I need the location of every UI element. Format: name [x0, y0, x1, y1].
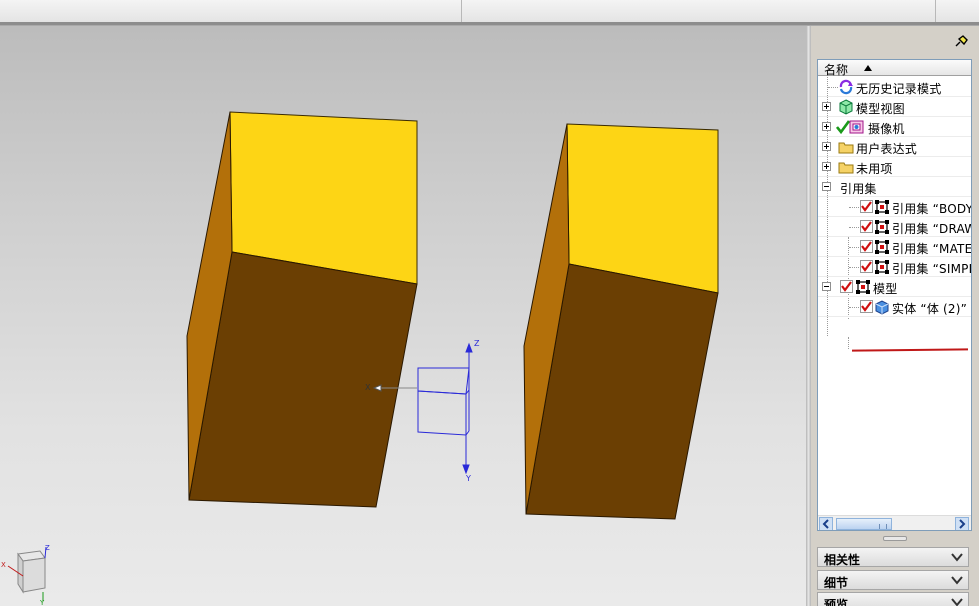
chevron-right-icon	[959, 519, 966, 529]
tree-label: 引用集 “MATE”	[892, 242, 972, 256]
left-block[interactable]	[186, 111, 418, 508]
model-reference-set-icon	[856, 280, 870, 294]
scroll-left-button[interactable]	[819, 517, 833, 530]
tree-label: 用户表达式	[856, 142, 918, 156]
details-panel-header[interactable]: 细节	[817, 570, 969, 590]
tree-row-reference-set[interactable]: 引用集 “DRAWI	[818, 217, 972, 237]
sort-ascending-icon	[864, 65, 872, 71]
section-title: 细节	[824, 576, 849, 590]
tree-label: 未用项	[856, 162, 893, 176]
tree-body: 无历史记录模式 模型视图 摄像机 用户表达式 未用项 引用集 引用集 “BODY…	[818, 77, 972, 317]
visibility-checkbox-icon[interactable]	[860, 300, 873, 313]
chevron-down-icon	[951, 553, 963, 562]
scroll-right-button[interactable]	[955, 517, 969, 530]
visibility-checkbox-icon[interactable]	[860, 220, 873, 233]
column-header-name[interactable]: 名称	[818, 60, 971, 77]
part-navigator-tree[interactable]: 名称 无历史记录模式 模型视图 摄像机 用户表达式 未用项 引用集 引用集 “B…	[817, 59, 972, 531]
tree-row-camera[interactable]: 摄像机	[818, 117, 971, 137]
tree-row-solid-body[interactable]: 实体 “体 (2)”	[818, 297, 971, 317]
expand-icon[interactable]	[822, 102, 831, 111]
tree-row-reference-sets[interactable]: 引用集	[818, 177, 971, 197]
horizontal-scrollbar[interactable]	[818, 515, 971, 530]
toolbar-separator	[461, 0, 462, 22]
tree-label: 模型视图	[856, 102, 905, 116]
triad-x-label: X	[1, 561, 6, 569]
toolbar-separator	[935, 0, 936, 22]
wcs-y-label: Y	[465, 474, 471, 483]
tree-row-reference-set[interactable]: 引用集 “SIMPL	[818, 257, 972, 277]
wcs-z-label: Z	[474, 339, 480, 348]
tree-label: 实体 “体 (2)”	[892, 302, 968, 316]
folder-icon	[838, 162, 854, 174]
expand-icon[interactable]	[822, 162, 831, 171]
visibility-checkbox-icon[interactable]	[860, 240, 873, 253]
tree-label: 引用集 “BODY”	[892, 202, 972, 216]
reference-set-icon	[875, 240, 889, 254]
reference-set-icon	[875, 220, 889, 234]
scroll-thumb[interactable]	[836, 518, 892, 530]
tree-row-model[interactable]: 模型	[818, 277, 971, 297]
tree-row-model-views[interactable]: 模型视图	[818, 97, 971, 117]
camera-icon	[849, 120, 864, 134]
reference-set-icon	[875, 260, 889, 274]
pin-icon[interactable]	[953, 35, 969, 49]
solid-body-icon	[875, 300, 889, 315]
chevron-down-icon	[951, 598, 963, 606]
tree-label: 摄像机	[868, 122, 905, 136]
tree-label: 引用集 “SIMPL	[892, 262, 972, 276]
reference-set-icon	[875, 200, 889, 214]
column-header-label: 名称	[824, 63, 849, 77]
right-block[interactable]	[523, 123, 719, 520]
triad-z-label: Z	[45, 544, 50, 552]
window-frame-edge	[0, 22, 979, 25]
visibility-checkbox-icon[interactable]	[860, 200, 873, 213]
red-underline-annotation	[851, 348, 969, 352]
tree-label: 引用集	[840, 182, 877, 196]
checkmark-icon	[836, 120, 850, 135]
tree-row-user-expressions[interactable]: 用户表达式	[818, 137, 971, 157]
expand-icon[interactable]	[822, 122, 831, 131]
triad-y-label: Y	[39, 599, 45, 606]
tree-row-history-mode[interactable]: 无历史记录模式	[818, 77, 971, 97]
tree-label: 引用集 “DRAWI	[892, 222, 972, 236]
view-triad	[7, 546, 47, 601]
chevron-left-icon	[822, 519, 829, 529]
wcs-x-label: X	[365, 383, 371, 392]
folder-icon	[838, 142, 854, 154]
model-views-icon	[839, 99, 853, 115]
top-toolbar	[0, 0, 979, 26]
collapse-icon[interactable]	[822, 282, 831, 291]
tree-row-reference-set[interactable]: 引用集 “MATE”	[818, 237, 972, 257]
visibility-checkbox-icon[interactable]	[840, 280, 853, 293]
wcs-box-front	[417, 390, 467, 436]
wcs-box-top	[417, 367, 470, 395]
part-navigator-panel: 名称 无历史记录模式 模型视图 摄像机 用户表达式 未用项 引用集 引用集 “B…	[811, 26, 979, 606]
resize-handle[interactable]	[883, 536, 907, 541]
section-title: 相关性	[824, 553, 861, 567]
expand-icon[interactable]	[822, 142, 831, 151]
tree-row-reference-set[interactable]: 引用集 “BODY”	[818, 197, 972, 217]
visibility-checkbox-icon[interactable]	[860, 260, 873, 273]
section-title: 预览	[824, 598, 849, 606]
chevron-down-icon	[951, 576, 963, 585]
collapse-icon[interactable]	[822, 182, 831, 191]
preview-panel-header[interactable]: 预览	[817, 592, 969, 606]
model-canvas: X Z Y X Z Y	[1, 111, 719, 606]
tree-row-unused-items[interactable]: 未用项	[818, 157, 971, 177]
tree-label: 模型	[873, 282, 898, 296]
history-mode-icon	[839, 79, 853, 95]
tree-label: 无历史记录模式	[856, 82, 942, 96]
dependencies-panel-header[interactable]: 相关性	[817, 547, 969, 567]
graphics-viewport[interactable]: X Z Y X Z Y	[0, 26, 806, 606]
